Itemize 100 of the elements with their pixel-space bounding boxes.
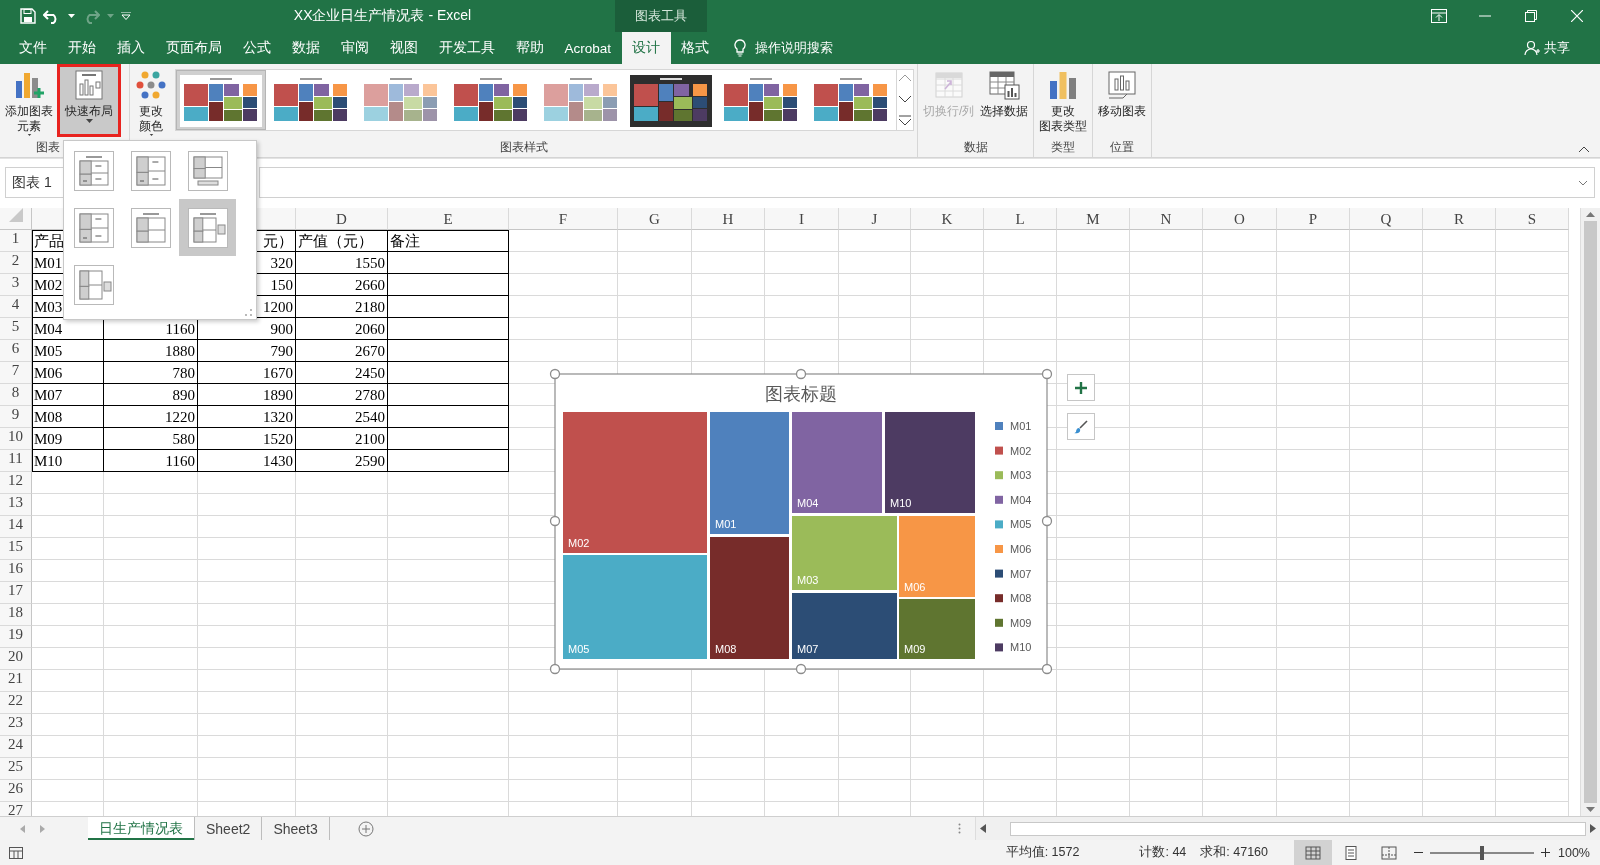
- row-header[interactable]: 15: [0, 538, 32, 560]
- resize-handle[interactable]: [795, 368, 807, 380]
- next-sheet-icon[interactable]: [40, 824, 45, 833]
- resize-handle[interactable]: [1041, 515, 1053, 527]
- column-header[interactable]: Q: [1350, 208, 1423, 230]
- resize-grip-icon[interactable]: [245, 309, 252, 316]
- row-header[interactable]: 19: [0, 626, 32, 648]
- treemap-tile[interactable]: M02: [563, 412, 707, 553]
- column-header[interactable]: S: [1496, 208, 1569, 230]
- column-header[interactable]: N: [1130, 208, 1203, 230]
- row-header[interactable]: 22: [0, 692, 32, 714]
- scroll-up-icon[interactable]: [1586, 211, 1595, 217]
- caret-icon[interactable]: [25, 134, 33, 136]
- row-header[interactable]: 3: [0, 274, 32, 296]
- scroll-right-icon[interactable]: [1590, 824, 1596, 833]
- row-header[interactable]: 5: [0, 318, 32, 340]
- row-header[interactable]: 10: [0, 428, 32, 450]
- close-icon[interactable]: [1571, 10, 1583, 22]
- treemap-tile[interactable]: M09: [899, 599, 975, 659]
- row-header[interactable]: 24: [0, 736, 32, 758]
- column-header[interactable]: O: [1203, 208, 1277, 230]
- ribbon-tab[interactable]: Acrobat: [554, 32, 622, 64]
- row-header[interactable]: 16: [0, 560, 32, 582]
- zoom-level[interactable]: 100%: [1558, 845, 1590, 860]
- caret-icon[interactable]: [68, 14, 75, 18]
- cell-mode-icon[interactable]: [9, 846, 23, 859]
- expand-icon[interactable]: [1578, 179, 1588, 186]
- ribbon-tab[interactable]: 格式: [670, 32, 720, 64]
- ribbon-tab[interactable]: 页面布局: [155, 32, 232, 64]
- column-header[interactable]: I: [765, 208, 839, 230]
- treemap-tile[interactable]: M04: [792, 412, 882, 513]
- slider-thumb[interactable]: [1480, 845, 1484, 860]
- caret-icon[interactable]: [85, 119, 93, 123]
- row-header[interactable]: 20: [0, 648, 32, 670]
- ribbon-display-icon[interactable]: [1431, 9, 1447, 23]
- sheet-tab[interactable]: 日生产情况表: [88, 817, 195, 840]
- lightbulb-icon[interactable]: [733, 39, 746, 57]
- chart-elements-button[interactable]: [1067, 374, 1095, 401]
- column-header[interactable]: H: [692, 208, 765, 230]
- save-icon[interactable]: [20, 8, 36, 24]
- column-header[interactable]: F: [509, 208, 618, 230]
- column-header[interactable]: J: [839, 208, 911, 230]
- row-header[interactable]: 23: [0, 714, 32, 736]
- column-header[interactable]: R: [1423, 208, 1496, 230]
- ribbon-tab[interactable]: 文件: [8, 32, 57, 64]
- tell-me-search[interactable]: 操作说明搜索: [754, 39, 833, 57]
- ribbon-button[interactable]: 更改 图表类型: [1037, 64, 1090, 136]
- zoom-in-icon[interactable]: [1541, 848, 1550, 857]
- row-header[interactable]: 7: [0, 362, 32, 384]
- split-handle-icon[interactable]: [958, 823, 961, 834]
- row-header[interactable]: 21: [0, 670, 32, 692]
- scroll-up-icon[interactable]: [898, 72, 912, 84]
- row-header[interactable]: 27: [0, 802, 32, 816]
- scroll-down-icon[interactable]: [898, 93, 912, 105]
- treemap-tile[interactable]: M08: [710, 537, 789, 659]
- add-sheet-icon[interactable]: [357, 820, 374, 837]
- resize-handle[interactable]: [549, 663, 561, 675]
- scroll-left-icon[interactable]: [980, 824, 986, 833]
- column-header[interactable]: L: [984, 208, 1057, 230]
- ribbon-button[interactable]: 移动图表: [1096, 64, 1149, 136]
- column-header[interactable]: D: [296, 208, 388, 230]
- column-header[interactable]: M: [1057, 208, 1130, 230]
- ribbon-button[interactable]: 更改 颜色: [133, 64, 169, 136]
- row-header[interactable]: 25: [0, 758, 32, 780]
- chart-style-thumbnail[interactable]: [176, 70, 266, 130]
- column-header[interactable]: G: [618, 208, 692, 230]
- view-button[interactable]: [1294, 840, 1332, 865]
- row-header[interactable]: 9: [0, 406, 32, 428]
- ribbon-tab[interactable]: 视图: [379, 32, 428, 64]
- chart-title[interactable]: 图表标题: [765, 384, 837, 404]
- resize-handle[interactable]: [1041, 663, 1053, 675]
- row-header[interactable]: 2: [0, 252, 32, 274]
- row-header[interactable]: 1: [0, 230, 32, 252]
- column-header[interactable]: P: [1277, 208, 1350, 230]
- share-button[interactable]: 共享: [1518, 32, 1576, 64]
- ribbon-tab[interactable]: 审阅: [330, 32, 379, 64]
- more-styles-icon[interactable]: [898, 114, 912, 128]
- treemap-tile[interactable]: M10: [885, 412, 975, 513]
- ribbon-tab[interactable]: 数据: [281, 32, 330, 64]
- row-header[interactable]: 18: [0, 604, 32, 626]
- resize-handle[interactable]: [549, 515, 561, 527]
- treemap-tile[interactable]: M07: [792, 593, 897, 659]
- customize-icon[interactable]: [121, 12, 131, 20]
- ribbon-tab[interactable]: 开发工具: [428, 32, 505, 64]
- ribbon-button[interactable]: 添加图表 元素: [3, 64, 55, 136]
- ribbon-tab[interactable]: 公式: [232, 32, 281, 64]
- scrollbar-thumb[interactable]: [1010, 821, 1586, 836]
- column-header[interactable]: K: [911, 208, 984, 230]
- row-header[interactable]: 6: [0, 340, 32, 362]
- scrollbar-thumb[interactable]: [1584, 221, 1597, 803]
- row-header[interactable]: 17: [0, 582, 32, 604]
- chart-styles-button[interactable]: [1067, 413, 1095, 440]
- treemap-tile[interactable]: M01: [710, 412, 789, 534]
- row-header[interactable]: 26: [0, 780, 32, 802]
- row-header[interactable]: 12: [0, 472, 32, 494]
- collapse-ribbon-icon[interactable]: [1578, 146, 1590, 153]
- ribbon-button[interactable]: 选择数据: [978, 64, 1031, 136]
- resize-handle[interactable]: [1041, 368, 1053, 380]
- resize-handle[interactable]: [795, 663, 807, 675]
- ribbon-tab[interactable]: 开始: [57, 32, 106, 64]
